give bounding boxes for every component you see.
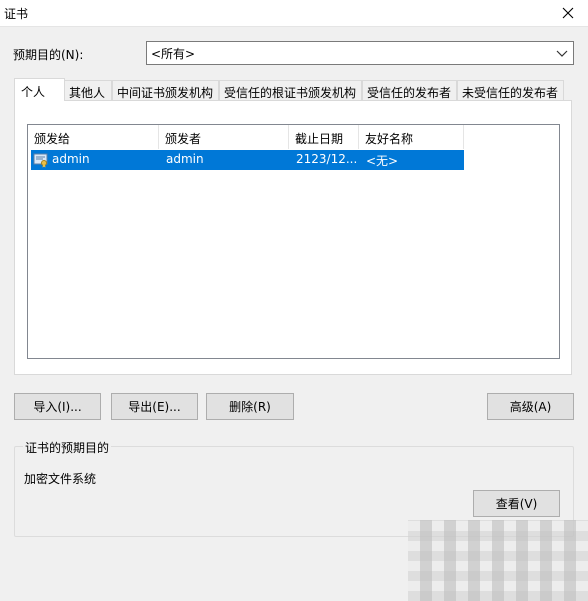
column-header-issued-to[interactable]: 颁发给 (28, 125, 159, 149)
view-button[interactable]: 查看(V) (473, 490, 560, 517)
cell-issued-to: admin (52, 152, 90, 166)
tab-trusted-root-ca[interactable]: 受信任的根证书颁发机构 (219, 80, 362, 100)
purpose-selected-value: <所有> (151, 47, 196, 61)
remove-button[interactable]: 删除(R) (206, 393, 294, 420)
title-bar: 证书 (0, 0, 588, 27)
tab-label: 中间证书颁发机构 (117, 86, 214, 100)
list-header: 颁发给 颁发者 截止日期 友好名称 (28, 125, 464, 149)
tab-trusted-publishers[interactable]: 受信任的发布者 (362, 80, 457, 100)
purpose-value: 加密文件系统 (24, 472, 97, 486)
tab-label: 个人 (21, 85, 46, 99)
list-item[interactable]: admin admin 2123/12... <无> (31, 150, 464, 170)
tab-intermediate-ca[interactable]: 中间证书颁发机构 (112, 80, 219, 100)
tab-label: 受信任的发布者 (367, 86, 452, 100)
view-button-label: 查看(V) (495, 497, 538, 511)
remove-button-label: 删除(R) (229, 400, 271, 414)
tab-other-people[interactable]: 其他人 (64, 80, 112, 100)
close-icon (562, 7, 574, 19)
blurred-region (408, 520, 588, 601)
close-button[interactable] (548, 0, 588, 26)
purpose-label: 预期目的(N): (13, 48, 84, 62)
cell-issued-by: admin (166, 152, 204, 166)
tab-label: 未受信任的发布者 (462, 86, 559, 100)
advanced-button-label: 高级(A) (509, 400, 552, 414)
purpose-dropdown[interactable]: <所有> (146, 41, 574, 65)
tab-personal[interactable]: 个人 (14, 78, 65, 101)
column-header-issued-by[interactable]: 颁发者 (159, 125, 289, 149)
group-title: 证书的预期目的 (23, 439, 112, 456)
tab-untrusted-publishers[interactable]: 未受信任的发布者 (457, 80, 564, 100)
advanced-button[interactable]: 高级(A) (487, 393, 574, 420)
export-button[interactable]: 导出(E)... (111, 393, 198, 420)
tab-label: 其他人 (69, 86, 106, 100)
import-button[interactable]: 导入(I)... (14, 393, 101, 420)
certificate-icon (33, 153, 48, 168)
window-title: 证书 (4, 7, 29, 21)
tab-label: 受信任的根证书颁发机构 (224, 86, 357, 100)
certificate-list[interactable]: 颁发给 颁发者 截止日期 友好名称 admin admin 2123/12...… (27, 124, 560, 359)
chevron-down-icon (556, 50, 568, 57)
import-button-label: 导入(I)... (33, 400, 82, 414)
export-button-label: 导出(E)... (128, 400, 181, 414)
tab-strip: 个人 其他人 中间证书颁发机构 受信任的根证书颁发机构 受信任的发布者 未受信任… (14, 78, 574, 101)
cell-expiry: 2123/12... (296, 152, 358, 166)
cell-friendly-name: <无> (366, 154, 399, 168)
column-header-expiry[interactable]: 截止日期 (289, 125, 359, 149)
column-header-friendly-name[interactable]: 友好名称 (359, 125, 464, 149)
